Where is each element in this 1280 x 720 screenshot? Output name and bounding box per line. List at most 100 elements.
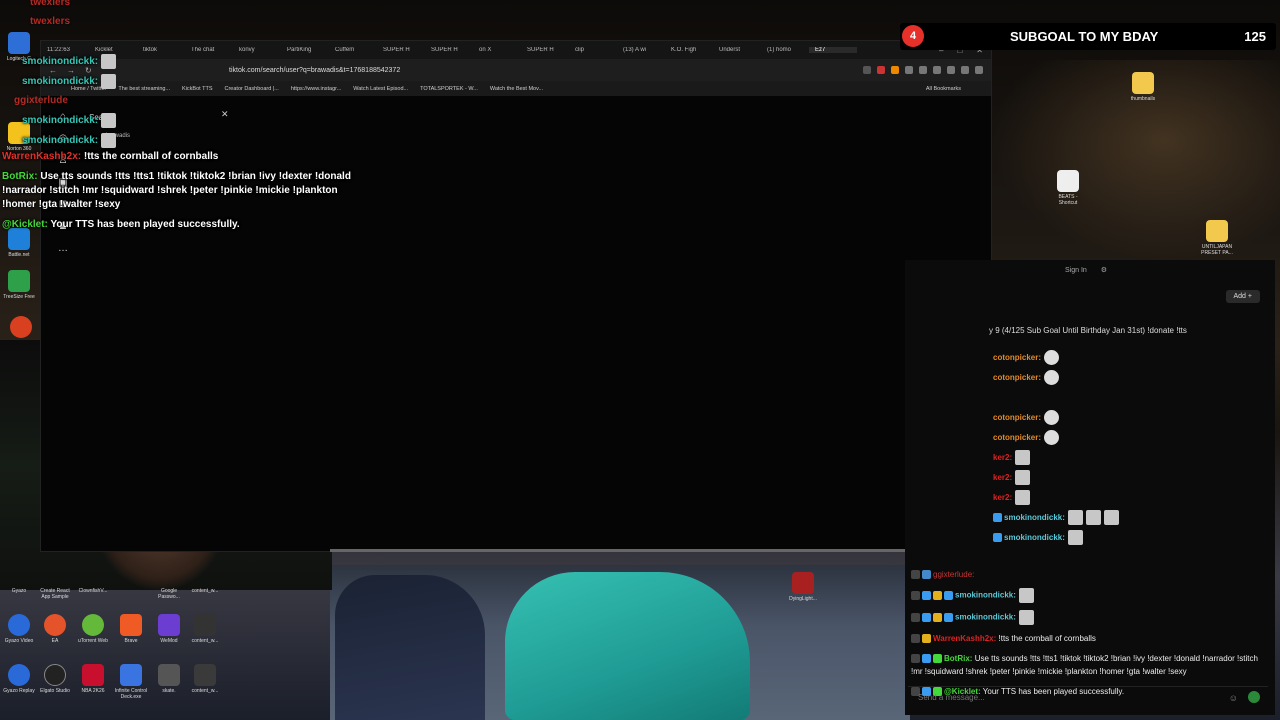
chat-username: cotonpicker:: [993, 413, 1042, 422]
chat-line: smokinondickk:: [993, 508, 1273, 528]
browser-tab[interactable]: The chat: [185, 47, 233, 53]
chat-username: smokinondickk:: [1004, 513, 1065, 522]
menu-icon[interactable]: [975, 66, 983, 74]
extension-icon[interactable]: [891, 66, 899, 74]
chat-message: Your TTS has been played successfully.: [50, 219, 240, 230]
tab-bar: 11:22:63 Kicklet tiktok The chat konvy PartiK…: [41, 41, 991, 59]
desktop-icon-content-w3[interactable]: content_w...: [188, 664, 222, 694]
extension-icon[interactable]: [863, 66, 871, 74]
browser-tab[interactable]: 11:22:63: [41, 47, 89, 53]
chat-line: cotonpicker:: [993, 368, 1273, 388]
chat-username: ker2:: [993, 493, 1013, 502]
desktop-icon-infinite-control[interactable]: Infinite Control Deck.exe: [114, 664, 148, 700]
desktop-icon-label: BEATS - Shortcut: [1058, 194, 1078, 206]
browser-tab[interactable]: SUPER H: [425, 47, 473, 53]
browser-tab[interactable]: clip: [569, 47, 617, 53]
desktop-icon-app[interactable]: [4, 316, 38, 340]
desktop-icon-treesize[interactable]: TreeSize Free: [2, 270, 36, 300]
desktop-icon-label: content_w...: [191, 588, 219, 594]
more-icon[interactable]: …: [57, 243, 69, 255]
browser-tab[interactable]: Ez7: [809, 47, 857, 53]
browser-tab[interactable]: Cuffem: [329, 47, 377, 53]
mod-badge-icon: [911, 591, 920, 600]
desktop-icon-brave[interactable]: Brave: [114, 614, 148, 644]
desktop-icon-thumbnails[interactable]: thumbnails: [1126, 72, 1160, 102]
desktop-icon-google-passwords[interactable]: Google Passwo...: [152, 588, 186, 600]
desktop-icon-gyazo-replay[interactable]: Gyazo Replay: [2, 664, 36, 694]
browser-tab[interactable]: (13) A wi: [617, 47, 665, 53]
add-button[interactable]: Add +: [1225, 290, 1260, 303]
chat-username: @Kicklet:: [2, 219, 48, 230]
desktop-icon-wemod[interactable]: WeMod: [152, 614, 186, 644]
badge-icon: [922, 591, 931, 600]
desktop-icon-beats[interactable]: BEATS - Shortcut: [1051, 170, 1085, 206]
desktop-icon-elgato[interactable]: Elgato Studio: [38, 664, 72, 694]
bookmark[interactable]: The best streaming...: [118, 86, 170, 92]
chat-line: smokinondickk:: [911, 588, 1266, 603]
desktop-icon-gyazo-video[interactable]: Gyazo Video: [2, 614, 36, 644]
close-icon[interactable]: ✕: [221, 109, 229, 120]
desktop-icon-label: content_w...: [191, 638, 219, 644]
browser-tab[interactable]: Kicklet: [89, 47, 137, 53]
browser-tab[interactable]: on X: [473, 47, 521, 53]
send-icon[interactable]: [1248, 691, 1260, 703]
desktop-icon-ea[interactable]: EA: [38, 614, 72, 644]
emote-picker-icon[interactable]: ☺: [1229, 693, 1238, 703]
desktop-icon-utorrent[interactable]: uTorrent Web: [76, 614, 110, 644]
desktop-icon-label: UNTILJAPAN PRESET PA...: [1201, 244, 1233, 256]
chat-username: ker2:: [993, 453, 1013, 462]
bookmark[interactable]: https://www.instagr...: [291, 86, 341, 92]
browser-tab[interactable]: PartiKing: [281, 47, 329, 53]
desktop-icon-skate[interactable]: skate.: [152, 664, 186, 694]
desktop-icon-clownfish[interactable]: ClownfishV...: [76, 588, 110, 594]
bookmark[interactable]: KickBot TTS: [182, 86, 212, 92]
desktop-icon-content-w[interactable]: content_w...: [188, 588, 222, 594]
browser-tab[interactable]: SUPER H: [377, 47, 425, 53]
bookmark[interactable]: TOTALSPORTEK - W...: [420, 86, 478, 92]
badge-icon: [922, 654, 931, 664]
chat-username: smokinondickk:: [22, 115, 99, 127]
desktop-icon-label: Elgato Studio: [40, 688, 70, 694]
extension-icon[interactable]: [877, 66, 885, 74]
extension-icon[interactable]: [933, 66, 941, 74]
badge-icon: [944, 613, 953, 622]
browser-window: 11:22:63 Kicklet tiktok The chat konvy PartiK…: [40, 40, 992, 552]
browser-tab[interactable]: konvy: [233, 47, 281, 53]
subgoal-count: 125: [1244, 29, 1266, 44]
desktop-icon-untiljapan[interactable]: UNTILJAPAN PRESET PA...: [1200, 220, 1234, 256]
chat-line: ker2:: [993, 448, 1273, 468]
desktop-icon-label: Gyazo Replay: [3, 688, 35, 694]
desktop-icon-dyinglight[interactable]: DyingLight...: [786, 572, 820, 602]
desktop-icon-nba2k[interactable]: NBA 2K26: [76, 664, 110, 694]
browser-tab[interactable]: tiktok: [137, 47, 185, 53]
overlay-chat-line: smokinondickk:: [22, 54, 117, 69]
browser-tab[interactable]: Underst: [713, 47, 761, 53]
bookmark[interactable]: Watch Latest Episod...: [353, 86, 408, 92]
url-field[interactable]: tiktok.com/search/user?q=brawadis&t=1768…: [229, 67, 400, 74]
desktop-icon-content-w2[interactable]: content_w...: [188, 614, 222, 644]
extension-icon[interactable]: [947, 66, 955, 74]
send-message-input[interactable]: [908, 687, 1208, 708]
settings-icon[interactable]: ⚙: [1101, 266, 1107, 274]
chat-panel-topbar: Sign In ⚙: [905, 260, 1275, 280]
chat-line: ker2:: [993, 488, 1273, 508]
extension-icon[interactable]: [919, 66, 927, 74]
bookmark[interactable]: Watch the Best Mov...: [490, 86, 543, 92]
chat-line: ggixterlude:: [911, 568, 1266, 581]
extension-icon[interactable]: [961, 66, 969, 74]
desktop-icon-gyazo[interactable]: Gyazo: [2, 588, 36, 594]
all-bookmarks[interactable]: All Bookmarks: [926, 86, 961, 92]
mod-badge-icon: [911, 634, 920, 644]
browser-tab[interactable]: (1) homo: [761, 47, 809, 53]
chat-message: !tts the cornball of cornballs: [83, 151, 219, 162]
desktop-icon-react-app[interactable]: Create React App Sample: [38, 588, 72, 600]
sign-in-link[interactable]: Sign In: [1065, 267, 1087, 274]
browser-tab[interactable]: K.O. Figh: [665, 47, 713, 53]
bookmark[interactable]: Creator Dashboard |...: [225, 86, 279, 92]
chat-username: smokinondickk:: [1004, 533, 1065, 542]
extension-icon[interactable]: [905, 66, 913, 74]
overlay-chat: WarrenKashh2x: !tts the cornball of corn…: [2, 150, 352, 238]
browser-tab[interactable]: SUPER H: [521, 47, 569, 53]
chat-panel: Sign In ⚙ Add + y 9 (4/125 Sub Goal Unti…: [905, 260, 1275, 715]
chat-username: smokinondickk:: [22, 56, 99, 68]
